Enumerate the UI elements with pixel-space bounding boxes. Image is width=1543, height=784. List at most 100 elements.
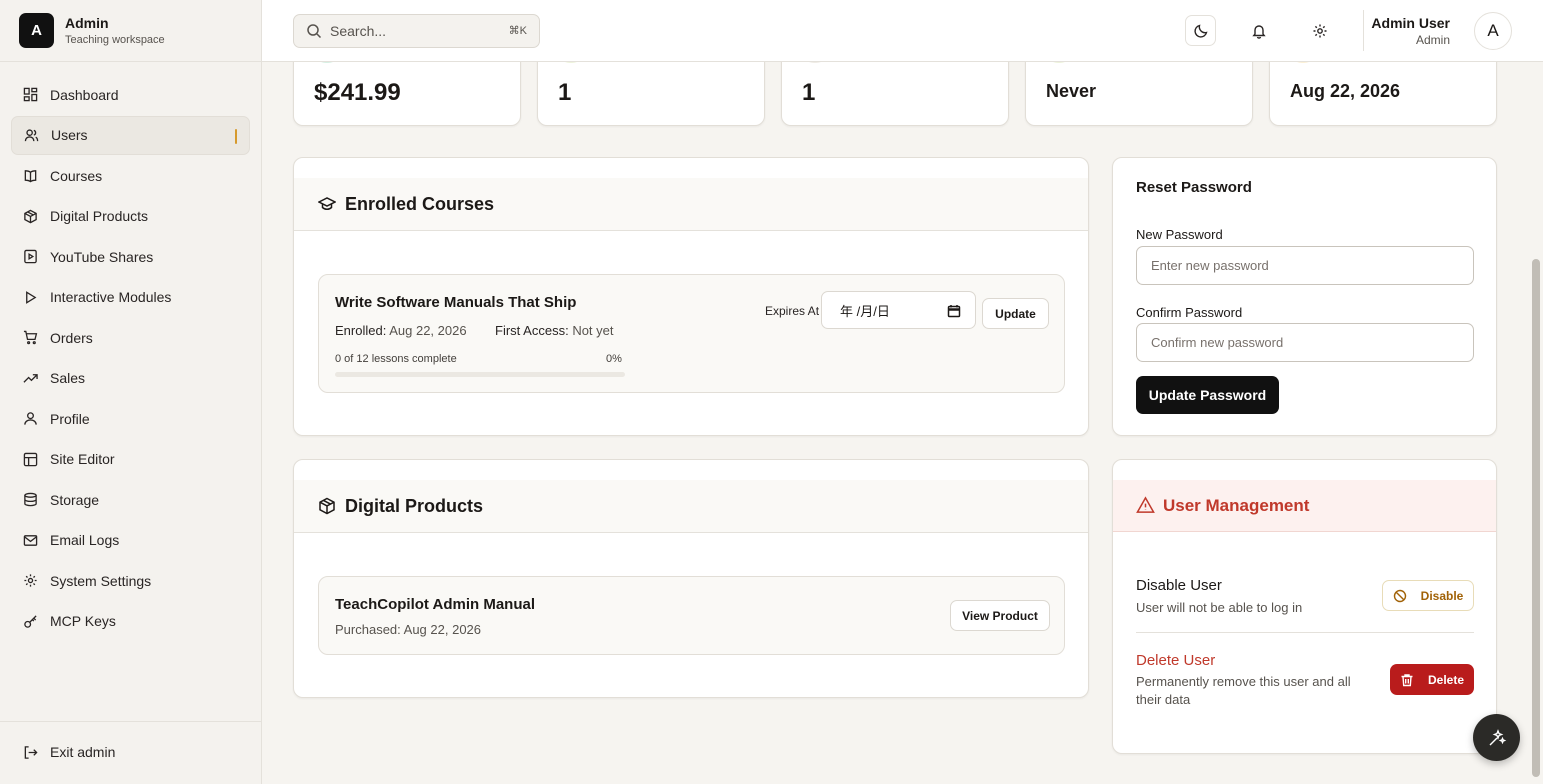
package-icon [319, 497, 335, 515]
enrolled-courses-header: Enrolled Courses [294, 178, 1088, 231]
search-shortcut: ⌘K [508, 25, 527, 37]
progress-bar [335, 372, 625, 377]
first-access-value: Not yet [572, 323, 614, 338]
mail-icon [23, 533, 38, 548]
sidebar-item-label: Sales [50, 370, 86, 386]
sidebar-item-system-settings[interactable]: System Settings [11, 561, 250, 600]
gear-icon [1313, 24, 1326, 37]
user-icon [23, 411, 38, 426]
confirm-password-field[interactable]: Confirm new password [1136, 323, 1474, 362]
expires-at-label: Expires At [765, 304, 820, 318]
enrolled-label: Enrolled: [335, 323, 387, 338]
sidebar-item-label: YouTube Shares [50, 248, 154, 265]
avatar[interactable]: A [1474, 12, 1512, 50]
trash-icon [1401, 673, 1413, 686]
sidebar-item-courses[interactable]: Courses [11, 156, 250, 195]
sidebar-item-sales[interactable]: Sales [11, 359, 250, 398]
reset-password-title: Reset Password [1136, 179, 1252, 196]
ai-assistant-button[interactable] [1473, 714, 1520, 761]
current-user-name[interactable]: Admin User [1371, 15, 1450, 31]
user-management-card: User Management Disable User User will n… [1112, 459, 1497, 754]
sidebar-item-email-logs[interactable]: Email Logs [11, 521, 250, 560]
search-icon [307, 24, 322, 39]
package-icon [23, 209, 38, 224]
sidebar-item-label: MCP Keys [50, 613, 116, 629]
confirm-password-placeholder: Confirm new password [1151, 335, 1284, 350]
update-expiry-button[interactable]: Update [982, 298, 1049, 329]
course-title: Write Software Manuals That Ship [335, 294, 577, 311]
sidebar-item-label: Orders [50, 329, 93, 346]
book-icon [23, 168, 38, 183]
delete-user-title: Delete User [1136, 652, 1216, 669]
product-item: TeachCopilot Admin Manual Purchased: Aug… [318, 576, 1065, 655]
settings-button[interactable] [1304, 15, 1335, 46]
stat-value: 1 [802, 79, 816, 106]
disable-button-label: Disable [1420, 588, 1464, 603]
calendar-icon [947, 305, 961, 318]
delete-button-label: Delete [1427, 672, 1465, 687]
date-placeholder: 年 /月/日 [840, 303, 890, 319]
sidebar-nav: Dashboard Users Courses Digital Products… [11, 75, 250, 642]
sidebar-item-label: Email Logs [50, 532, 120, 548]
sidebar-item-storage[interactable]: Storage [11, 480, 250, 519]
sidebar-item-site-editor[interactable]: Site Editor [11, 440, 250, 479]
exit-admin-link[interactable]: Exit admin [23, 744, 115, 760]
confirm-password-label: Confirm Password [1136, 305, 1243, 320]
new-password-field[interactable]: Enter new password [1136, 246, 1474, 285]
progress-text: 0 of 12 lessons complete [335, 353, 457, 365]
exit-admin-label: Exit admin [50, 744, 116, 760]
sidebar-item-users[interactable]: Users [11, 115, 250, 155]
key-icon [23, 614, 38, 629]
notifications-button[interactable] [1243, 15, 1274, 46]
sidebar-item-interactive-modules[interactable]: Interactive Modules [11, 278, 250, 317]
search-input[interactable]: Search... ⌘K [293, 14, 540, 48]
reset-password-card: Reset Password New Password Enter new pa… [1112, 157, 1497, 436]
product-title: TeachCopilot Admin Manual [335, 596, 536, 613]
disable-user-title: Disable User [1136, 577, 1222, 594]
enrolled-value: Aug 22, 2026 [389, 323, 467, 338]
dashboard-icon [23, 87, 38, 102]
sidebar-item-label: Digital Products [50, 208, 149, 224]
digital-products-header: Digital Products [294, 480, 1088, 533]
new-password-label: New Password [1136, 227, 1223, 242]
new-password-placeholder: Enter new password [1151, 258, 1269, 273]
brand-subtitle: Teaching workspace [65, 34, 165, 46]
update-password-button[interactable]: Update Password [1136, 376, 1279, 414]
sidebar-item-label: Profile [50, 410, 90, 427]
sidebar-item-profile[interactable]: Profile [11, 399, 250, 438]
enrolled-courses-card: Enrolled Courses Write Software Manuals … [293, 157, 1089, 436]
sidebar-item-youtube-shares[interactable]: YouTube Shares [11, 237, 250, 276]
brand-logo[interactable]: A [19, 13, 54, 48]
page-scrollbar[interactable] [1529, 62, 1543, 784]
enrolled-date: Enrolled: Aug 22, 2026 [335, 323, 467, 338]
sidebar-item-mcp-keys[interactable]: MCP Keys [11, 602, 250, 641]
disable-user-description: User will not be able to log in [1136, 600, 1303, 615]
user-management-title: User Management [1163, 495, 1310, 515]
play-icon [23, 290, 38, 305]
product-purchased: Purchased: Aug 22, 2026 [335, 622, 482, 637]
delete-user-button[interactable]: Delete [1390, 664, 1474, 695]
sidebar-item-label: Users [51, 127, 88, 143]
sidebar-item-label: Interactive Modules [50, 289, 172, 305]
theme-toggle-button[interactable] [1185, 15, 1216, 46]
sidebar-item-digital-products[interactable]: Digital Products [11, 197, 250, 236]
view-product-button[interactable]: View Product [950, 600, 1050, 631]
section-title: Enrolled Courses [345, 193, 495, 214]
expires-date-input[interactable]: 年 /月/日 [821, 291, 976, 329]
first-access: First Access: Not yet [495, 323, 614, 338]
trending-up-icon [23, 371, 38, 386]
sidebar-item-dashboard[interactable]: Dashboard [11, 75, 250, 114]
sidebar-item-orders[interactable]: Orders [11, 318, 250, 357]
disable-user-button[interactable]: Disable [1382, 580, 1474, 611]
brand-header: A Admin Teaching workspace [0, 0, 261, 62]
layout-icon [23, 452, 38, 467]
scrollbar-thumb[interactable] [1532, 259, 1540, 777]
warning-icon [1136, 496, 1155, 513]
delete-user-description: Permanently remove this user and all the… [1136, 674, 1351, 707]
current-user-role: Admin [1415, 33, 1450, 47]
divider [1136, 632, 1474, 633]
cart-icon [23, 330, 38, 345]
bell-icon [1251, 24, 1266, 39]
sparkles-icon [1489, 728, 1506, 745]
stat-value: 1 [558, 79, 572, 106]
